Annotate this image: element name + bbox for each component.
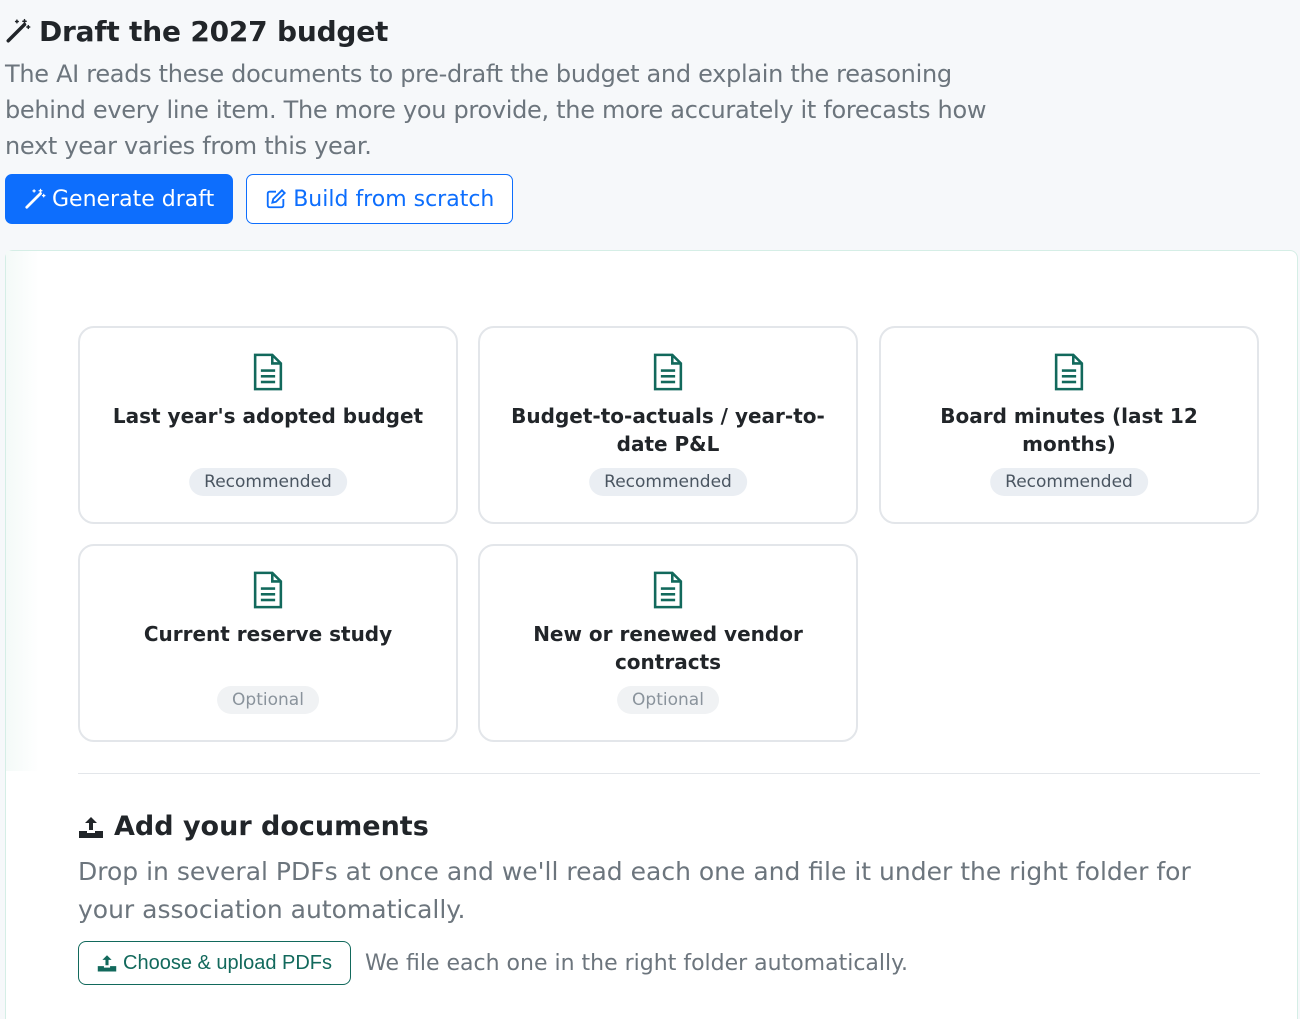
document-card-title: Board minutes (last 12 months): [940, 404, 1198, 456]
document-card-reserve-study[interactable]: Current reserve study Optional: [78, 544, 458, 742]
status-badge: Optional: [217, 686, 319, 714]
page-title: Draft the 2027 budget: [39, 14, 389, 48]
generate-draft-label: Generate draft: [52, 186, 215, 212]
choose-upload-pdfs-button[interactable]: Choose & upload PDFs: [78, 941, 352, 985]
panel-accent: [6, 251, 39, 771]
budget-draft-page: Draft the 2027 budget The AI reads these…: [0, 0, 1300, 1019]
status-badge: Recommended: [189, 468, 347, 496]
edit-icon: [267, 188, 287, 209]
document-card-adopted-budget[interactable]: Last year's adopted budget Recommended: [78, 326, 458, 524]
status-badge: Recommended: [589, 468, 747, 496]
page-header: Draft the 2027 budget The AI reads these…: [5, 12, 1015, 164]
upload-section-title: Add your documents: [114, 811, 429, 842]
upload-row: Choose & upload PDFs We file each one in…: [78, 941, 908, 985]
magic-wand-icon: [6, 18, 31, 43]
action-buttons: Generate draft Build from scratch: [5, 174, 514, 224]
status-badge: Optional: [617, 686, 719, 714]
document-card-title: Last year's adopted budget: [112, 404, 424, 428]
title-row: Draft the 2027 budget: [5, 12, 1015, 50]
magic-wand-icon: [25, 188, 46, 209]
document-card-title: New or renewed vendor contracts: [533, 622, 803, 674]
documents-panel: Last year's adopted budget Recommended B…: [5, 250, 1298, 1019]
file-text-icon: [653, 353, 683, 391]
document-card-budget-to-actuals[interactable]: Budget-to-actuals / year-to-date P&L Rec…: [478, 326, 858, 524]
section-divider: [78, 773, 1260, 774]
upload-section-header: Add your documents: [78, 811, 429, 842]
upload-note: We file each one in the right folder aut…: [365, 950, 909, 976]
upload-icon: [79, 816, 103, 838]
file-text-icon: [1054, 353, 1084, 391]
choose-upload-pdfs-label: Choose & upload PDFs: [123, 951, 333, 974]
status-badge: Recommended: [990, 468, 1148, 496]
document-card-vendor-contracts[interactable]: New or renewed vendor contracts Optional: [478, 544, 858, 742]
upload-icon: [97, 955, 117, 972]
build-from-scratch-label: Build from scratch: [293, 186, 495, 212]
document-card-title: Budget-to-actuals / year-to-date P&L: [511, 404, 825, 456]
file-text-icon: [253, 571, 283, 609]
file-text-icon: [253, 353, 283, 391]
build-from-scratch-button[interactable]: Build from scratch: [246, 174, 514, 224]
intro-text: The AI reads these documents to pre-draf…: [5, 60, 987, 160]
document-card-title: Current reserve study: [143, 622, 393, 646]
file-text-icon: [653, 571, 683, 609]
upload-description: Drop in several PDFs at once and we'll r…: [78, 857, 1191, 924]
document-card-board-minutes[interactable]: Board minutes (last 12 months) Recommend…: [879, 326, 1259, 524]
generate-draft-button[interactable]: Generate draft: [5, 174, 234, 224]
